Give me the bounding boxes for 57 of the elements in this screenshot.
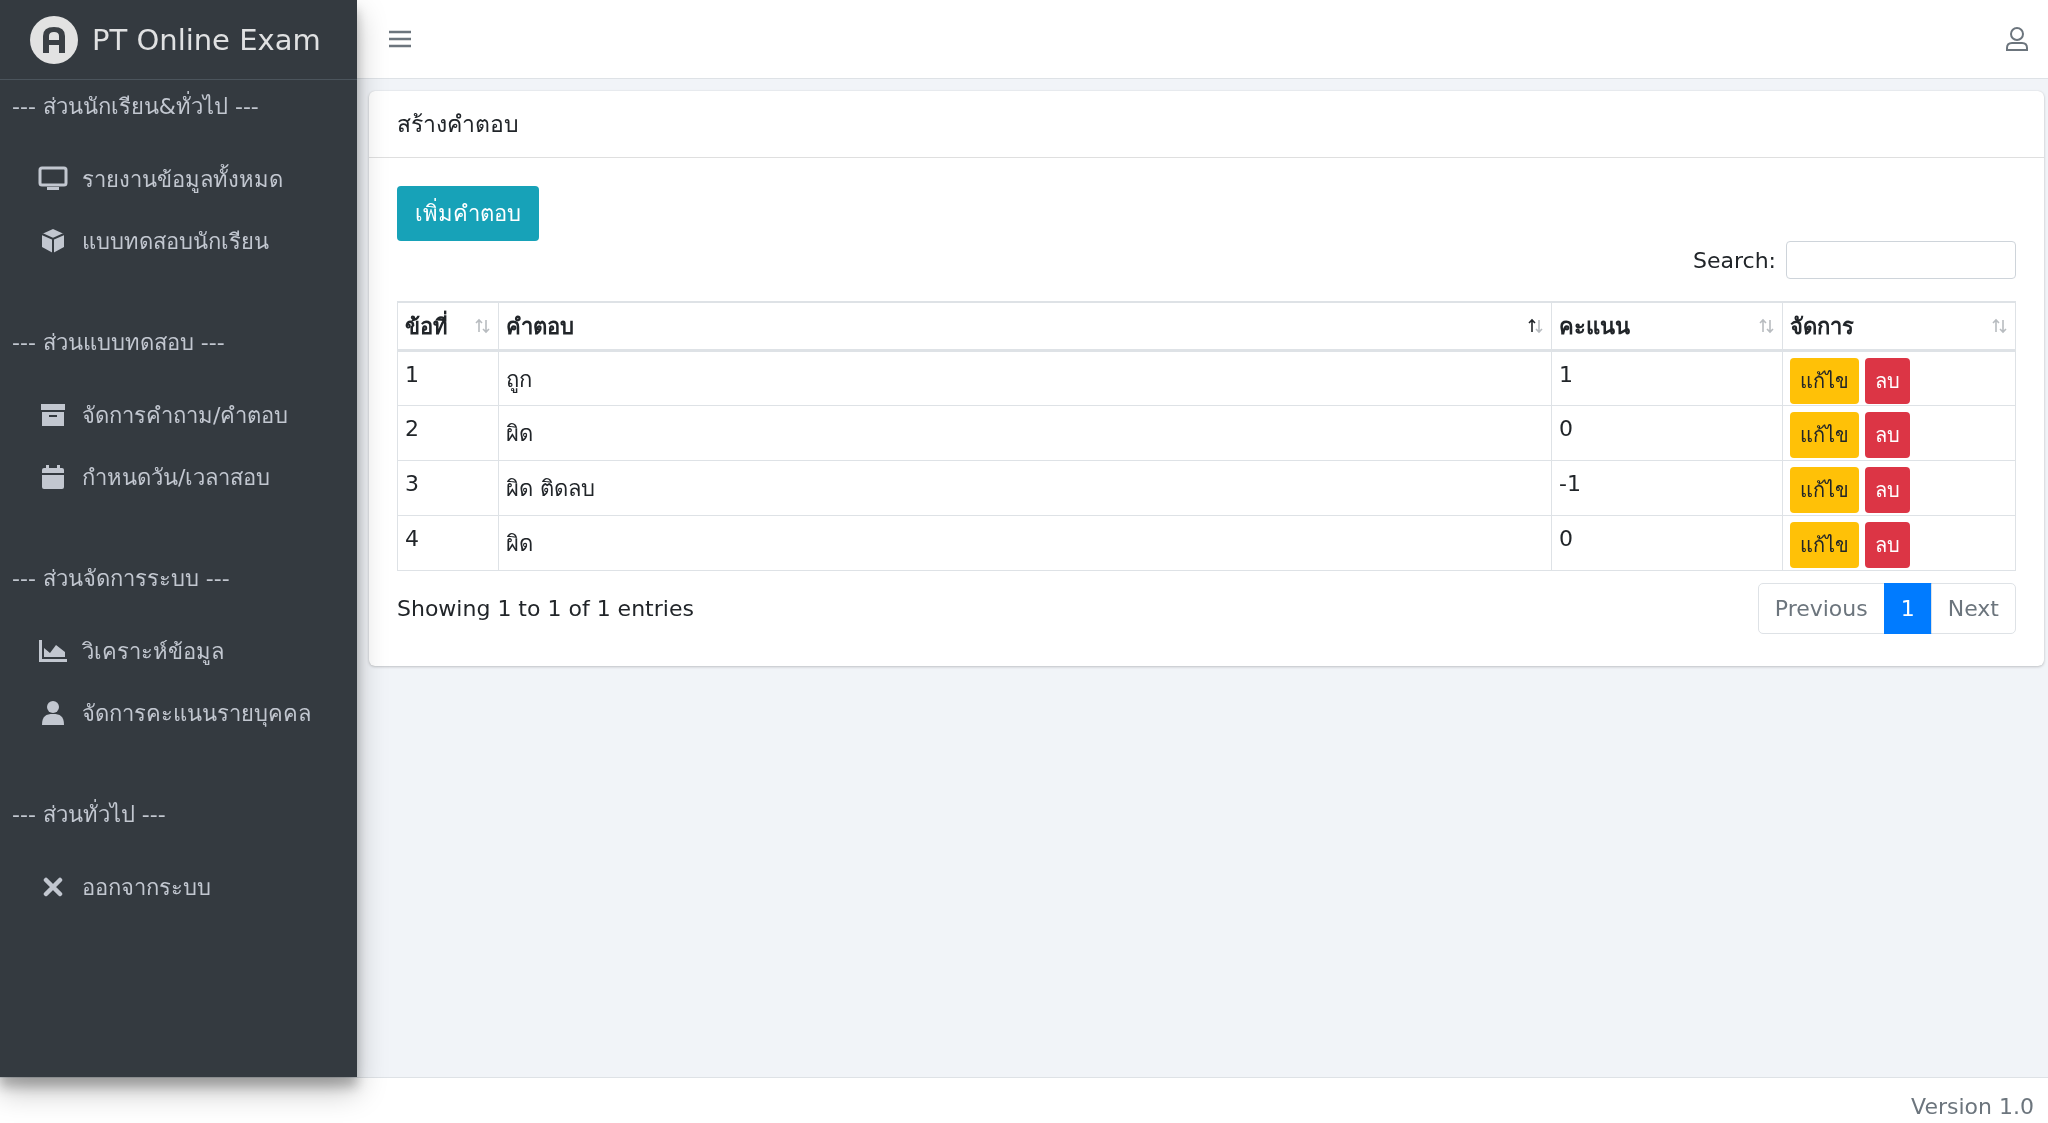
sort-icon [475,318,491,334]
nav-item[interactable]: จัดการคำถาม/คำตอบ [0,384,357,446]
version-text: Version 1.0 [1911,1094,2034,1119]
table-cell: 0 [1551,405,1783,461]
archive-box-icon [41,404,65,426]
edit-button[interactable]: แก้ไข [1790,358,1859,404]
monitor-icon [38,166,68,192]
entries-info: Showing 1 to 1 of 1 entries [397,596,694,621]
column-header[interactable]: จัดการ [1782,302,2016,351]
table-cell: 0 [1551,515,1783,571]
delete-button[interactable]: ลบ [1865,358,1910,404]
delete-button[interactable]: ลบ [1865,467,1910,513]
calendar-icon [42,465,64,489]
table-cell: -1 [1551,460,1783,516]
brand-title: PT Online Exam [92,22,321,57]
section-heading: --- ส่วนทั่วไป --- [0,778,357,830]
table-cell: ผิด [498,405,1552,461]
nav-item[interactable]: กำหนดวัน/เวลาสอบ [0,446,357,508]
nav-item[interactable]: รายงานข้อมูลทั้งหมด [0,148,357,210]
sort-icon [1528,318,1544,334]
menu-icon[interactable] [389,30,411,48]
edit-button[interactable]: แก้ไข [1790,412,1859,458]
section-heading: --- ส่วนจัดการระบบ --- [11,565,231,593]
section-heading: --- ส่วนนักเรียน&ทั่วไป --- [0,80,357,122]
close-icon [43,877,63,897]
table-cell: 4 [397,515,499,571]
table-cell: ถูก [498,350,1552,406]
edit-button[interactable]: แก้ไข [1790,522,1859,568]
card-title: สร้างคำตอบ [369,91,2044,158]
nav-item[interactable]: จัดการคะแนนรายบุคคล [0,682,357,744]
user-icon [42,701,64,725]
table-cell: 2 [397,405,499,461]
user-icon[interactable] [2006,27,2028,51]
delete-button[interactable]: ลบ [1865,522,1910,568]
nav-item[interactable]: วิเคราะห์ข้อมูล [0,620,357,682]
table-cell: 1 [397,350,499,406]
column-header[interactable]: คะแนน [1551,302,1783,351]
search-field[interactable] [1786,241,2016,279]
table-cell: 1 [1551,350,1783,406]
table-cell: 3 [397,460,499,516]
nav-item[interactable]: ออกจากระบบ [0,856,357,918]
sort-icon [1759,318,1775,334]
edit-button[interactable]: แก้ไข [1790,467,1859,513]
search-label: Search: [1693,247,1776,273]
logo-icon [30,15,78,64]
delete-button[interactable]: ลบ [1865,412,1910,458]
page-link[interactable]: 1 [1883,583,1932,634]
section-heading: --- ส่วนแบบทดสอบ --- [11,329,226,357]
area-chart-icon [39,640,67,662]
next-link[interactable]: Next [1930,583,2016,634]
table-cell: ผิด [498,515,1552,571]
column-header[interactable]: คำตอบ [498,302,1552,351]
nav-item[interactable]: แบบทดสอบนักเรียน [0,210,357,272]
cube-icon [40,228,66,254]
sort-icon [1992,318,2008,334]
column-header[interactable]: ข้อที่ [397,302,499,351]
table-cell: ผิด ติดลบ [498,460,1552,516]
